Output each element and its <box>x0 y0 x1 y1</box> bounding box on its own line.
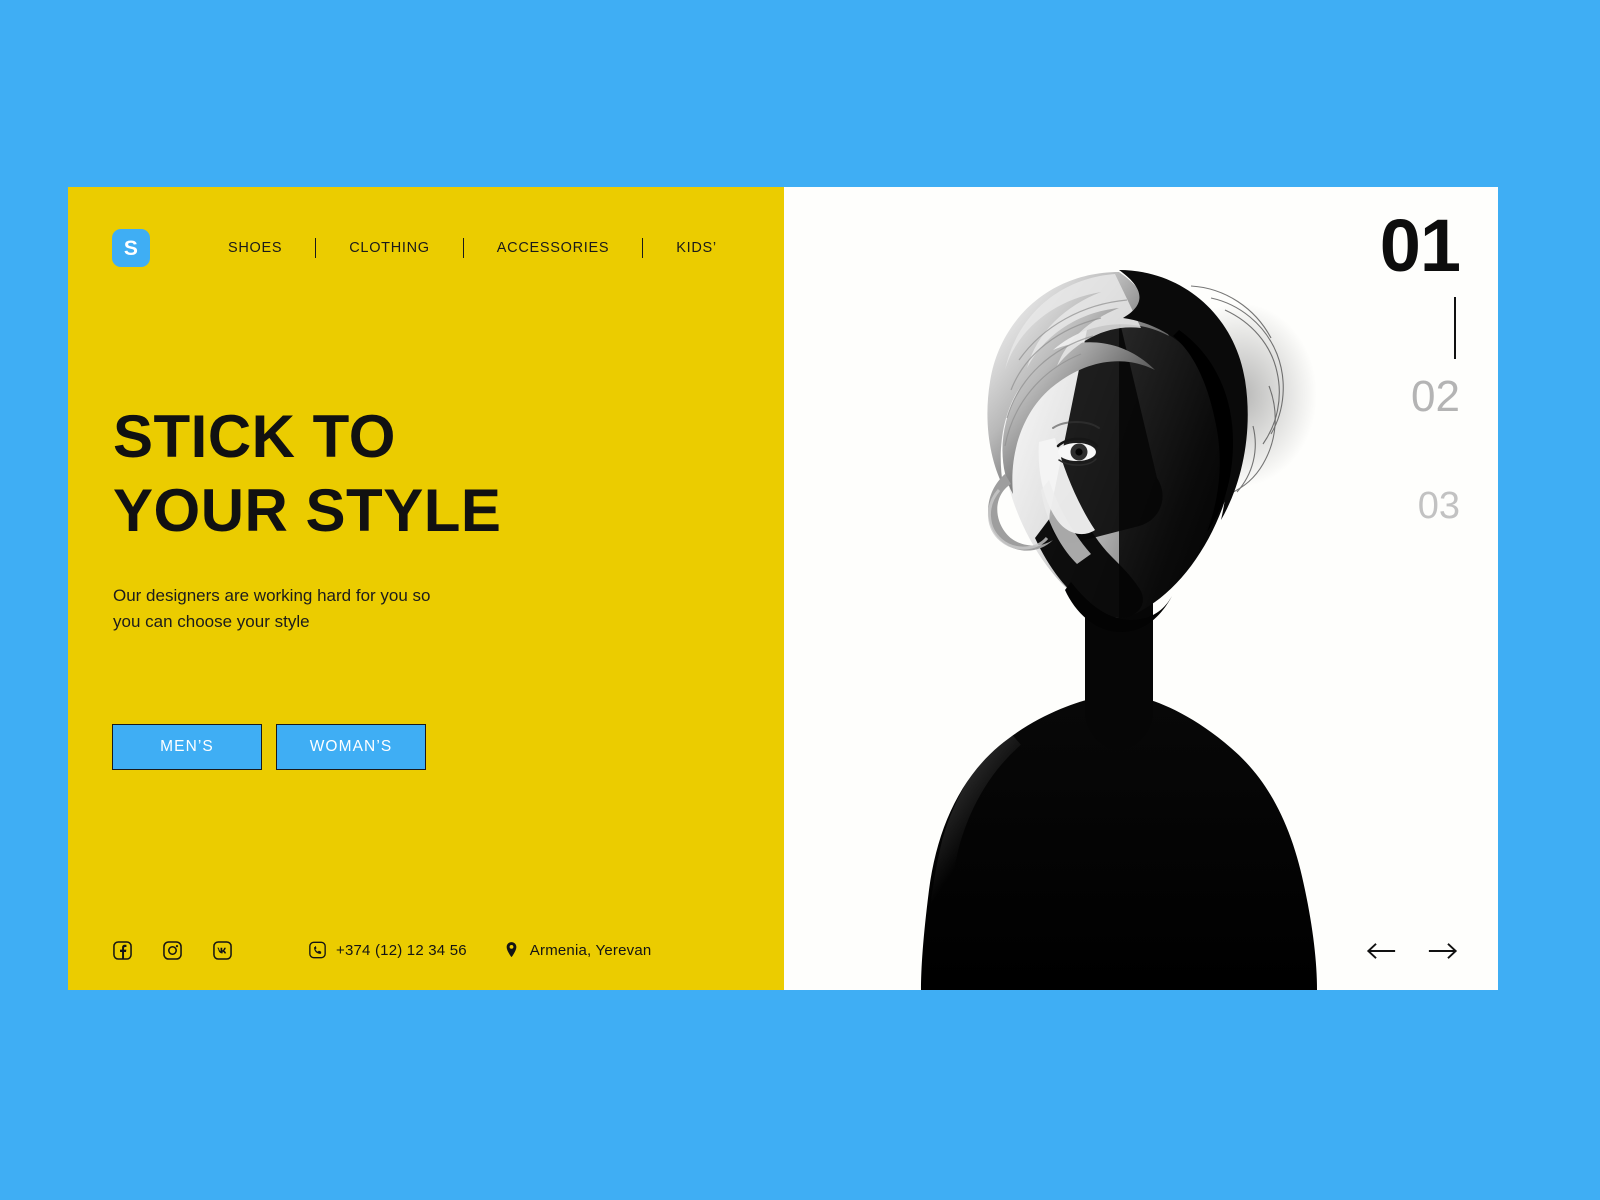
nav-item-shoes[interactable]: SHOES <box>228 240 282 256</box>
brand-logo-mark: S <box>123 236 139 260</box>
right-photo-panel: 01 02 03 <box>784 187 1498 990</box>
nav-separator <box>315 238 317 258</box>
hero-footer: +374 (12) 12 34 56 Armenia, Yerevan <box>112 938 651 962</box>
nav-separator <box>462 238 464 258</box>
location-name: Armenia, Yerevan <box>529 941 652 959</box>
vk-icon[interactable] <box>212 940 232 960</box>
nav-separator <box>642 238 644 258</box>
nav-item-accessories[interactable]: ACCESSORIES <box>497 240 609 256</box>
hero-card: S SHOES CLOTHING ACCESSORIES KIDS’ STICK… <box>68 187 1498 990</box>
slide-number-after-next[interactable]: 03 <box>1320 487 1460 525</box>
phone-number: +374 (12) 12 34 56 <box>336 941 467 959</box>
slide-counter: 01 02 03 <box>1320 204 1461 525</box>
hero-subcopy-line-1: Our designers are working hard for you s… <box>113 586 431 605</box>
brand-logo[interactable]: S <box>112 229 150 267</box>
social-links <box>112 940 232 960</box>
nav-item-clothing[interactable]: CLOTHING <box>349 240 430 256</box>
left-yellow-panel: S SHOES CLOTHING ACCESSORIES KIDS’ STICK… <box>68 187 784 990</box>
hero-subcopy-line-2: you can choose your style <box>113 612 310 631</box>
location-pin-icon <box>503 941 520 960</box>
slide-number-next[interactable]: 02 <box>1320 375 1460 419</box>
phone-contact[interactable]: +374 (12) 12 34 56 <box>309 941 467 960</box>
hero-subcopy: Our designers are working hard for you s… <box>113 583 453 635</box>
slide-divider <box>1454 297 1456 360</box>
hero-headline-line-2: YOUR STYLE <box>113 477 502 544</box>
slider-controls <box>1364 940 1460 962</box>
womans-button[interactable]: WOMAN’S <box>276 724 426 770</box>
site-header: S SHOES CLOTHING ACCESSORIES KIDS’ <box>112 229 717 267</box>
hero-headline-line-1: STICK TO <box>113 403 396 470</box>
instagram-icon[interactable] <box>162 940 182 960</box>
main-nav: SHOES CLOTHING ACCESSORIES KIDS’ <box>228 238 717 258</box>
cta-button-group: MEN’S WOMAN’S <box>112 724 426 770</box>
hero-headline: STICK TO YOUR STYLE <box>113 400 733 548</box>
prev-arrow-icon[interactable] <box>1364 940 1398 962</box>
mens-button[interactable]: MEN’S <box>112 724 262 770</box>
facebook-icon[interactable] <box>112 940 132 960</box>
hero-portrait-photo <box>839 190 1399 990</box>
phone-icon <box>309 941 326 960</box>
next-arrow-icon[interactable] <box>1426 940 1460 962</box>
nav-item-kids[interactable]: KIDS’ <box>676 240 717 256</box>
location-contact[interactable]: Armenia, Yerevan <box>503 941 652 960</box>
slide-number-current: 01 <box>1379 204 1461 287</box>
